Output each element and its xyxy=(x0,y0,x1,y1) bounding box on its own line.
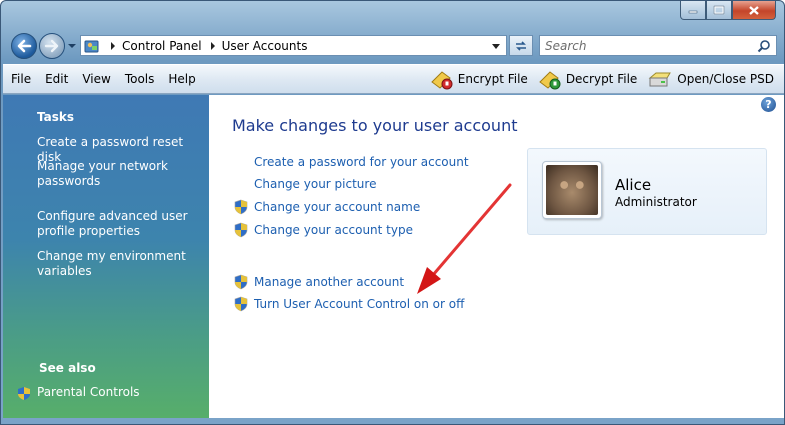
uac-shield-icon xyxy=(234,274,248,290)
menu-edit[interactable]: Edit xyxy=(45,72,68,86)
address-bar[interactable]: Control Panel User Accounts xyxy=(80,35,507,56)
decrypt-file-label: Decrypt File xyxy=(565,72,638,86)
menu-help[interactable]: Help xyxy=(168,72,195,86)
cat-picture-icon xyxy=(546,165,598,215)
parental-controls-icon xyxy=(18,387,30,400)
manage-another-account-link[interactable]: Manage another account xyxy=(254,275,404,289)
user-role: Administrator xyxy=(615,195,697,209)
minimize-icon xyxy=(688,10,698,14)
breadcrumb-user-accounts[interactable]: User Accounts xyxy=(222,39,308,53)
page-title: Make changes to your user account xyxy=(232,116,518,135)
change-account-type-link[interactable]: Change your account type xyxy=(254,223,413,237)
user-name: Alice xyxy=(615,176,652,194)
help-icon[interactable]: ? xyxy=(761,97,776,112)
address-dropdown-icon[interactable] xyxy=(492,44,500,49)
close-icon xyxy=(749,5,759,15)
explorer-window: Control Panel User Accounts File Edit Vi… xyxy=(0,0,785,425)
maximize-icon xyxy=(713,5,725,15)
refresh-button[interactable] xyxy=(509,35,533,56)
menu-file[interactable]: File xyxy=(11,72,31,86)
search-box[interactable] xyxy=(539,35,777,56)
breadcrumb-control-panel[interactable]: Control Panel xyxy=(122,39,202,53)
create-password-link[interactable]: Create a password for your account xyxy=(254,155,469,169)
user-card: Alice Administrator xyxy=(527,148,767,235)
task-change-environment-variables[interactable]: Change my environment variables xyxy=(37,249,202,279)
breadcrumb-separator-icon xyxy=(111,41,115,50)
change-account-name-link[interactable]: Change your account name xyxy=(254,200,420,214)
task-manage-network-passwords[interactable]: Manage your network passwords xyxy=(37,159,202,189)
toggle-uac-link[interactable]: Turn User Account Control on or off xyxy=(254,297,464,311)
back-button[interactable] xyxy=(11,33,37,59)
task-configure-advanced-profile[interactable]: Configure advanced user profile properti… xyxy=(37,209,202,239)
decrypt-file-button[interactable]: Decrypt File xyxy=(538,68,637,90)
uac-shield-icon xyxy=(234,199,248,215)
open-close-psd-button[interactable]: Open/Close PSD xyxy=(647,68,774,90)
see-also-parental-controls[interactable]: Parental Controls xyxy=(37,385,202,400)
maximize-button[interactable] xyxy=(706,1,732,20)
encrypt-file-button[interactable]: Encrypt File xyxy=(430,68,528,90)
control-panel-icon xyxy=(84,40,99,52)
uac-shield-icon xyxy=(234,296,248,312)
decrypt-file-icon xyxy=(539,71,561,90)
uac-shield-icon xyxy=(234,222,248,238)
minimize-button[interactable] xyxy=(680,1,706,20)
back-arrow-icon xyxy=(17,39,32,53)
tasks-header: Tasks xyxy=(37,110,75,124)
toolbar: Encrypt File Decrypt File Open/Close PSD xyxy=(420,68,774,90)
open-close-psd-label: Open/Close PSD xyxy=(677,72,774,86)
refresh-icon xyxy=(516,40,526,51)
menu-toolbar: File Edit View Tools Help Encrypt File D… xyxy=(3,64,784,94)
encrypt-file-icon xyxy=(431,71,453,90)
menu-tools[interactable]: Tools xyxy=(125,72,155,86)
recent-pages-dropdown-icon[interactable] xyxy=(67,41,77,51)
change-picture-link[interactable]: Change your picture xyxy=(254,177,376,191)
breadcrumb-separator-icon xyxy=(210,41,215,50)
forward-arrow-icon xyxy=(44,39,59,53)
forward-button[interactable] xyxy=(39,33,65,59)
user-avatar xyxy=(542,161,602,219)
close-button[interactable] xyxy=(732,1,776,20)
task-pane: Tasks Create a password reset disk Manag… xyxy=(3,95,209,418)
disk-drive-icon xyxy=(648,72,672,87)
encrypt-file-label: Encrypt File xyxy=(457,72,528,86)
menu-view[interactable]: View xyxy=(82,72,110,86)
main-content: ? Make changes to your user account Crea… xyxy=(209,95,784,418)
menu-bar: File Edit View Tools Help xyxy=(11,72,210,86)
search-icon[interactable] xyxy=(757,39,771,53)
search-input[interactable] xyxy=(545,38,745,53)
window-controls xyxy=(680,1,776,21)
see-also-header: See also xyxy=(39,361,96,375)
